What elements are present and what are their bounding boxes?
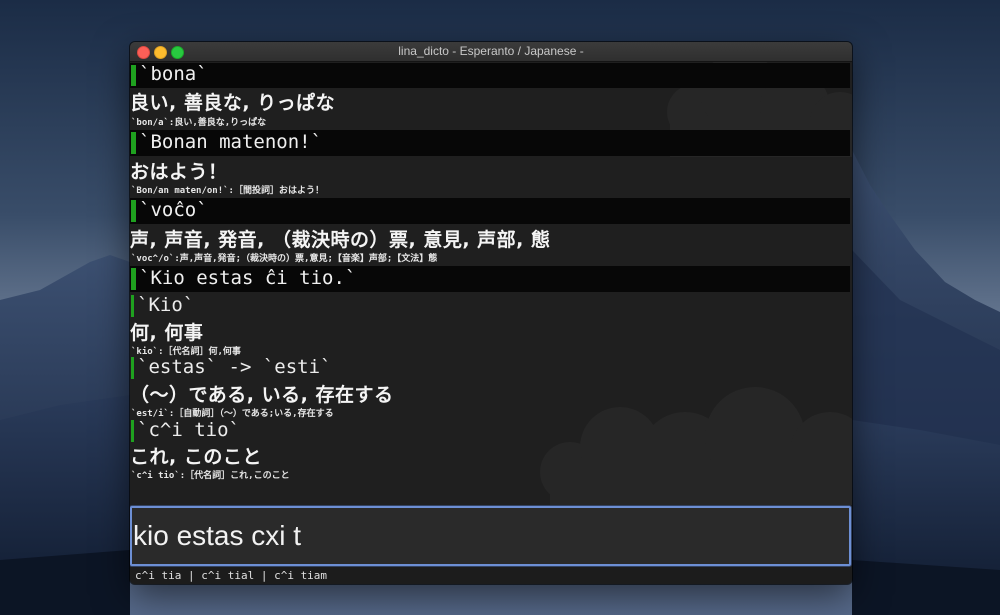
headword: `Bonan matenon!` bbox=[139, 131, 323, 153]
dictionary-detail: `Bon/an maten/on!`:［間投詞］おはよう！ bbox=[131, 186, 324, 196]
headword-bar: `Bonan matenon!` bbox=[130, 130, 850, 156]
green-marker bbox=[131, 295, 134, 317]
dictionary-detail: `voc^/o`:声,声音,発音;（裁決時の）票,意見;【音楽】声部;【文法】態 bbox=[131, 254, 438, 264]
input-area bbox=[130, 505, 852, 568]
sub-headword: `c^i tio` bbox=[137, 419, 240, 441]
meaning: おはよう！ bbox=[130, 161, 228, 183]
sub-headword: `estas` -> `esti` bbox=[137, 356, 332, 378]
meaning: 声, 声音, 発音, （裁決時の）票, 意見, 声部, 態 bbox=[130, 229, 551, 251]
meaning: 何, 何事 bbox=[130, 322, 204, 344]
app-window: lina_dicto - Esperanto / Japanese - `bon… bbox=[130, 42, 852, 584]
meaning: 良い, 善良な, りっぱな bbox=[130, 92, 336, 114]
headword: `voĉo` bbox=[139, 199, 208, 221]
sub-headword-row: `Kio` bbox=[130, 293, 850, 319]
green-marker bbox=[131, 357, 134, 379]
green-marker bbox=[131, 200, 136, 222]
green-marker bbox=[131, 65, 136, 86]
dictionary-detail: `c^i tio`:［代名詞］これ,このこと bbox=[131, 471, 290, 481]
sub-headword-row: `estas` -> `esti` bbox=[130, 355, 850, 381]
suggestion-bar[interactable]: c^i tia | c^i tial | c^i tiam bbox=[135, 569, 327, 582]
sub-headword-row: `c^i tio` bbox=[130, 418, 850, 444]
window-title: lina_dicto - Esperanto / Japanese - bbox=[398, 44, 584, 58]
headword: `Kio estas ĉi tio.` bbox=[139, 267, 357, 289]
dictionary-detail: `bon/a`:良い,善良な,りっぱな bbox=[131, 118, 267, 128]
sub-headword: `Kio` bbox=[137, 294, 195, 316]
headword-bar: `bona` bbox=[130, 63, 850, 88]
green-marker bbox=[131, 268, 136, 290]
search-input[interactable] bbox=[130, 506, 851, 566]
green-marker bbox=[131, 420, 134, 442]
meaning: （〜）である, いる, 存在する bbox=[130, 384, 394, 406]
green-marker bbox=[131, 132, 136, 154]
headword-bar: `Kio estas ĉi tio.` bbox=[130, 266, 850, 292]
headword-bar: `voĉo` bbox=[130, 198, 850, 224]
results-pane[interactable]: `bona` 良い, 善良な, りっぱな `bon/a`:良い,善良な,りっぱな… bbox=[130, 62, 852, 505]
meaning: これ, このこと bbox=[130, 446, 262, 468]
headword: `bona` bbox=[139, 63, 208, 85]
title-bar[interactable]: lina_dicto - Esperanto / Japanese - bbox=[130, 42, 852, 62]
